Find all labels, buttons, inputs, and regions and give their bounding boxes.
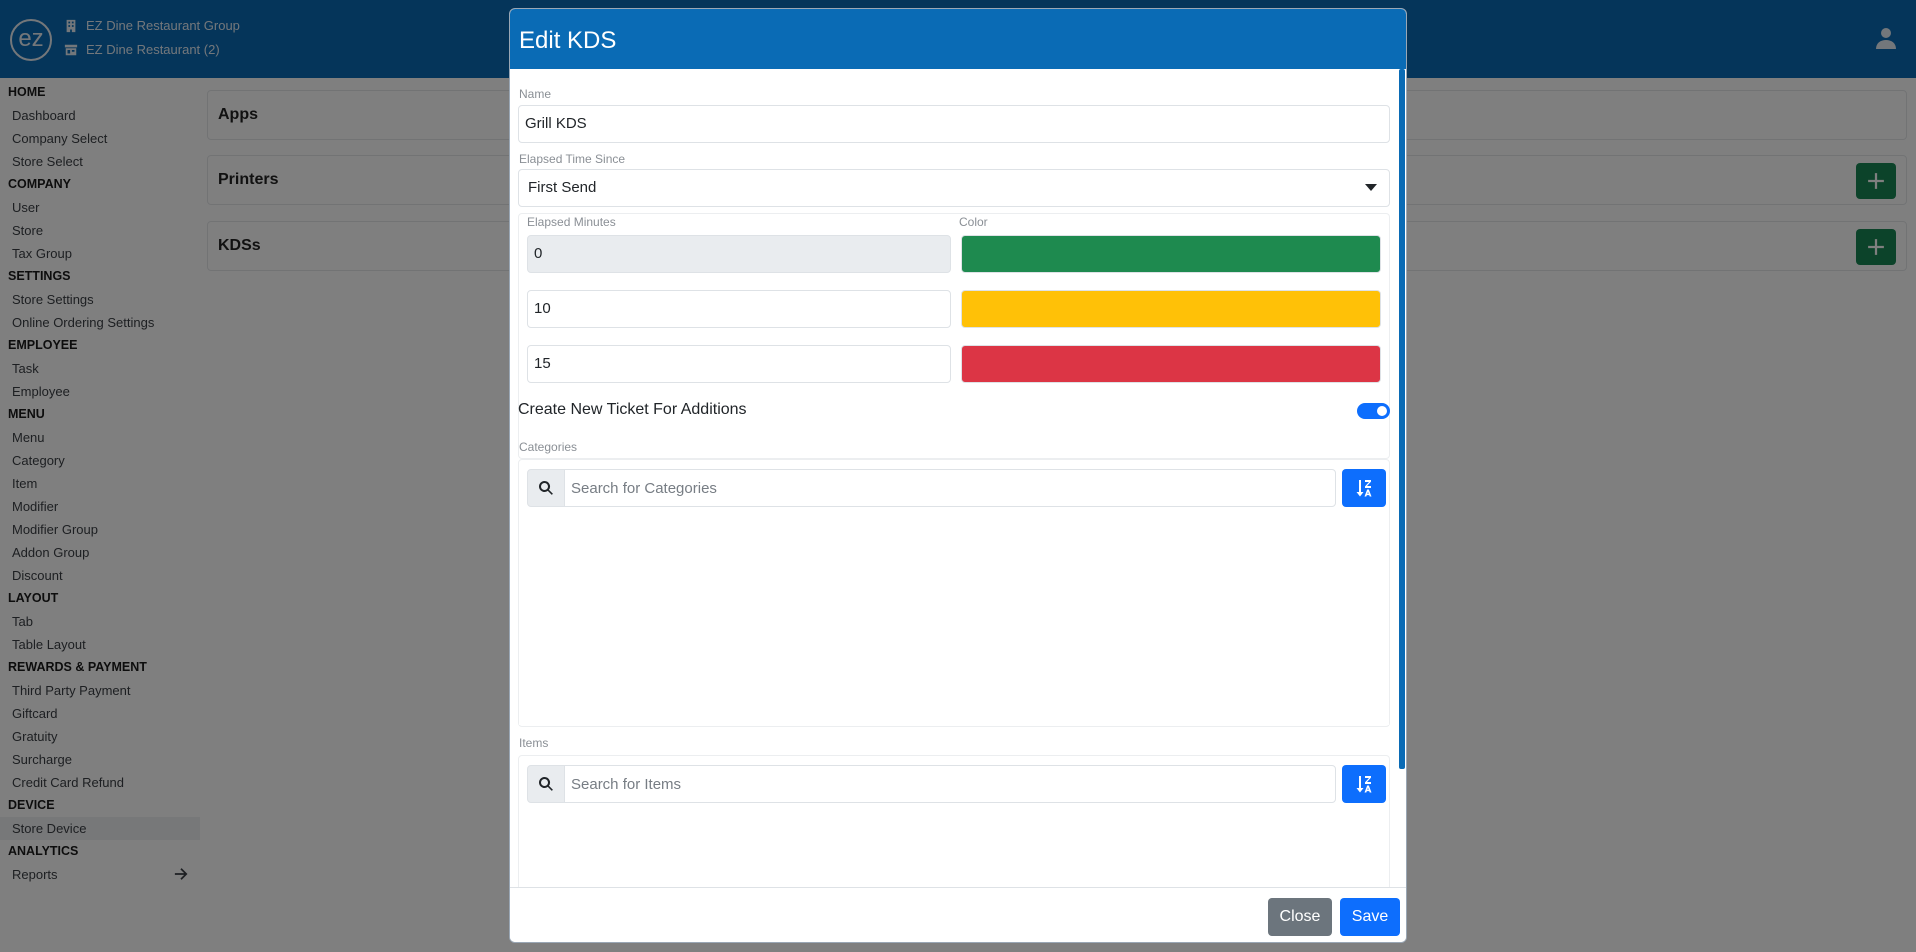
- items-search-input[interactable]: [564, 765, 1336, 803]
- save-button[interactable]: Save: [1340, 898, 1400, 936]
- elapsed-since-label: Elapsed Time Since: [519, 152, 626, 166]
- color-label: Color: [959, 215, 988, 229]
- create-ticket-row: Create New Ticket For Additions: [518, 395, 1390, 425]
- items-sort-button[interactable]: [1342, 765, 1386, 803]
- elapsed-since-select[interactable]: First Send: [518, 169, 1390, 207]
- search-icon: [527, 765, 565, 803]
- categories-label: Categories: [519, 440, 578, 454]
- color-swatch-green[interactable]: [961, 235, 1381, 273]
- close-button[interactable]: Close: [1268, 898, 1332, 936]
- items-label: Items: [519, 736, 549, 750]
- items-search: [527, 765, 1347, 803]
- items-list[interactable]: [519, 811, 1389, 889]
- elapsed-minutes-field-3[interactable]: 15: [527, 345, 951, 383]
- modal-title: Edit KDS: [510, 9, 1406, 69]
- color-swatch-red[interactable]: [961, 345, 1381, 383]
- create-ticket-toggle[interactable]: [1357, 403, 1390, 419]
- sort-alpha-icon: [1356, 480, 1372, 497]
- elapsed-minutes-label: Elapsed Minutes: [527, 215, 616, 229]
- categories-list[interactable]: [519, 515, 1389, 725]
- toggle-knob: [1377, 406, 1387, 416]
- modal-scrollbar[interactable]: [1399, 69, 1405, 769]
- elapsed-minutes-field-2[interactable]: 10: [527, 290, 951, 328]
- caret-down-icon: [1365, 184, 1377, 191]
- elapsed-minutes-field-1: 0: [527, 235, 951, 273]
- edit-kds-modal: Edit KDS Name Grill KDS Elapsed Time Sin…: [509, 8, 1407, 943]
- modal-body: Name Grill KDS Elapsed Time Since First …: [510, 69, 1399, 889]
- categories-search: [527, 469, 1347, 507]
- modal-footer: Close Save: [510, 887, 1406, 942]
- categories-search-input[interactable]: [564, 469, 1336, 507]
- sort-alpha-icon: [1356, 776, 1372, 793]
- categories-sort-button[interactable]: [1342, 469, 1386, 507]
- color-swatch-yellow[interactable]: [961, 290, 1381, 328]
- search-icon: [527, 469, 565, 507]
- create-ticket-label: Create New Ticket For Additions: [518, 401, 747, 418]
- elapsed-since-value: First Send: [528, 179, 597, 196]
- name-label: Name: [519, 87, 552, 101]
- name-field[interactable]: Grill KDS: [518, 105, 1390, 143]
